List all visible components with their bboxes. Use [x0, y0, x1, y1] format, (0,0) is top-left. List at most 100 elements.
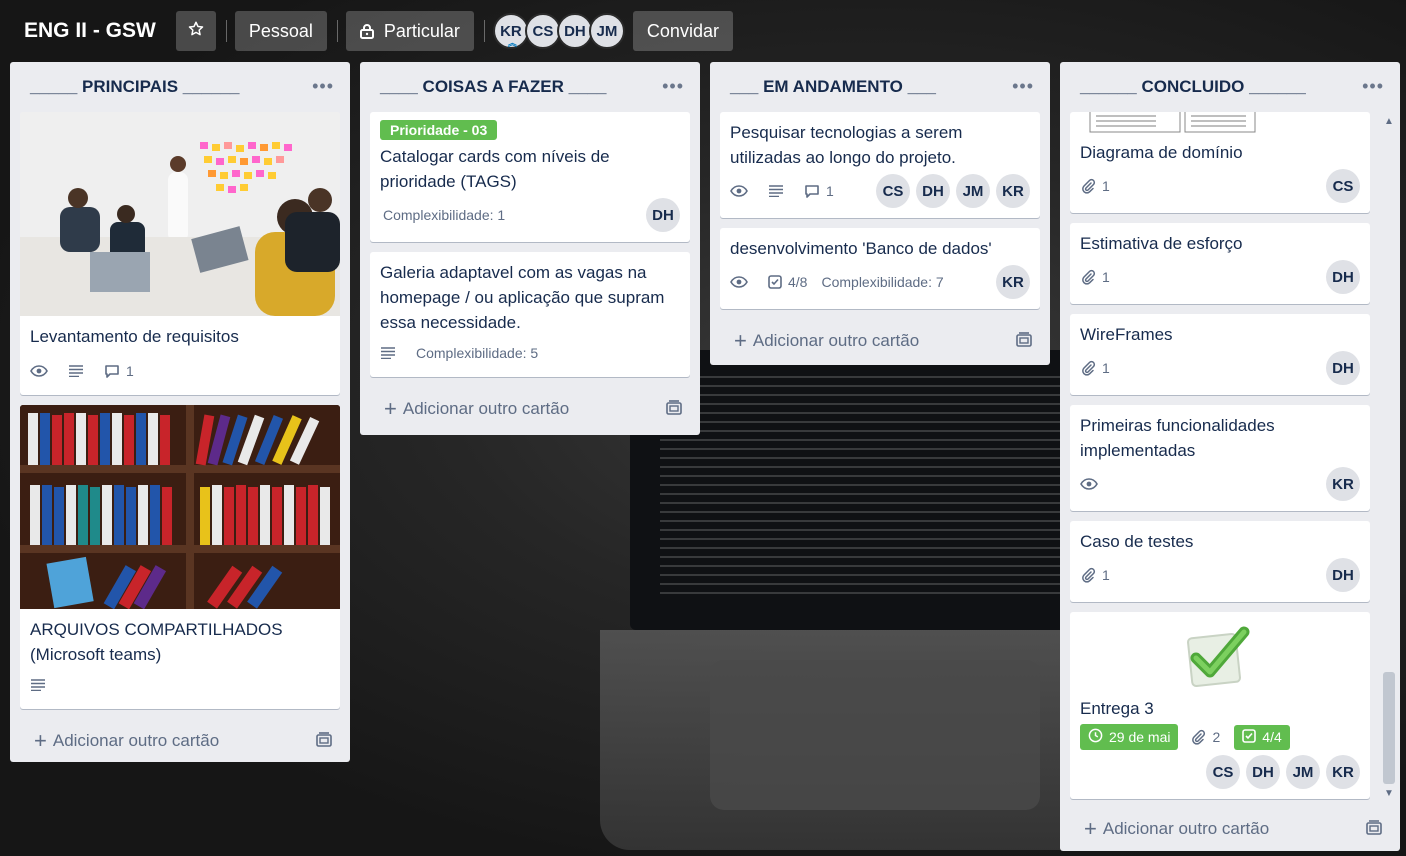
list-title[interactable]: ___ EM ANDAMENTO ___	[730, 77, 936, 97]
card-cover-image	[1070, 612, 1370, 690]
description-badge	[30, 679, 52, 691]
list-menu-icon[interactable]: •••	[1362, 76, 1384, 97]
member-avatar[interactable]: DH	[1326, 558, 1360, 592]
member-avatar[interactable]: CS	[524, 13, 561, 49]
member-avatar[interactable]: CS	[876, 174, 910, 208]
card-template-icon[interactable]	[666, 400, 682, 421]
card[interactable]: Levantamento de requisitos 1	[20, 112, 340, 395]
card-cover-image	[20, 112, 340, 316]
list-menu-icon[interactable]: •••	[312, 76, 334, 97]
eye-icon	[30, 365, 48, 377]
list-header: ___ EM ANDAMENTO ___ •••	[710, 62, 1050, 112]
invite-button[interactable]: Convidar	[632, 11, 733, 51]
attachment-badge: 1	[1080, 567, 1110, 583]
list-title[interactable]: _____ PRINCIPAIS ______	[30, 77, 239, 97]
priority-label[interactable]: Prioridade - 03	[380, 120, 498, 140]
card[interactable]: desenvolvimento 'Banco de dados' 4/8 Com…	[720, 228, 1040, 309]
add-card-button[interactable]: + Adicionar outro cartão	[10, 719, 350, 763]
card-title: Estimativa de esforço	[1080, 234, 1243, 253]
visibility-button[interactable]: Particular	[345, 11, 474, 51]
member-avatar[interactable]: CS	[1326, 169, 1360, 203]
list-concluido: ______ CONCLUIDO ______ ••• Diagrama de …	[1060, 62, 1400, 851]
complexity-field: Complexibilidade: 7	[821, 274, 944, 290]
card-title: Entrega 3	[1080, 699, 1154, 718]
card-badges: 1 DH	[1080, 351, 1360, 385]
member-avatar[interactable]: KR	[1326, 755, 1360, 789]
card-template-icon[interactable]	[1016, 332, 1032, 353]
card[interactable]: Primeiras funcionalidades implementadas …	[1070, 405, 1370, 511]
member-avatar[interactable]: KR	[1326, 467, 1360, 501]
card-badges: 1 CS DH JM KR	[730, 174, 1030, 208]
member-avatar[interactable]: KR	[996, 265, 1030, 299]
attachment-badge: 1	[1080, 269, 1110, 285]
watch-badge	[30, 365, 54, 377]
list-header: ______ CONCLUIDO ______ •••	[1060, 62, 1400, 112]
watch-badge	[1080, 478, 1104, 490]
card-members: DH	[1320, 558, 1360, 592]
description-icon	[768, 185, 784, 197]
card-title: Pesquisar tecnologias a serem utilizadas…	[730, 123, 963, 167]
personal-button[interactable]: Pessoal	[234, 11, 327, 51]
attachment-badge: 1	[1080, 178, 1110, 194]
add-card-button[interactable]: + Adicionar outro cartão	[1060, 807, 1400, 851]
card[interactable]: Diagrama de domínio 1 CS	[1070, 112, 1370, 213]
member-avatar[interactable]: JM	[588, 13, 625, 49]
add-card-label: Adicionar outro cartão	[752, 331, 920, 350]
list-header: ____ COISAS A FAZER ____ •••	[360, 62, 700, 112]
card-members: DH	[1320, 260, 1360, 294]
due-date-badge[interactable]: 29 de mai	[1080, 724, 1179, 750]
member-avatar[interactable]: DH	[1246, 755, 1280, 789]
admin-chevron-icon: ︽	[507, 38, 517, 48]
card-title: ARQUIVOS COMPARTILHADOS (Microsoft teams…	[30, 620, 283, 664]
board-title[interactable]: ENG II - GSW	[14, 11, 166, 51]
list-cards-scroll[interactable]: Diagrama de domínio 1 CS Estimativa de e…	[1060, 112, 1400, 807]
scroll-down-icon[interactable]: ▼	[1384, 788, 1394, 799]
visibility-label: Particular	[383, 20, 460, 41]
scroll-thumb[interactable]	[1383, 672, 1395, 784]
list-title[interactable]: ______ CONCLUIDO ______	[1080, 77, 1306, 97]
card-members: DH	[640, 198, 680, 232]
checkbox-icon	[768, 275, 782, 289]
member-avatar[interactable]: DH	[556, 13, 593, 49]
card-template-icon[interactable]	[316, 732, 332, 753]
member-avatar[interactable]: DH	[916, 174, 950, 208]
card-members: CS DH JM KR	[870, 174, 1030, 208]
card[interactable]: Pesquisar tecnologias a serem utilizadas…	[720, 112, 1040, 218]
card-cover-image	[1070, 112, 1370, 134]
star-button[interactable]	[175, 11, 216, 51]
checkbox-icon	[1242, 728, 1257, 746]
header-divider	[483, 20, 485, 42]
member-avatar[interactable]: KR	[996, 174, 1030, 208]
list-title[interactable]: ____ COISAS A FAZER ____	[380, 77, 606, 97]
member-avatar[interactable]: JM	[1286, 755, 1320, 789]
card-title: Primeiras funcionalidades implementadas	[1080, 416, 1275, 460]
member-avatar[interactable]: DH	[1326, 351, 1360, 385]
card[interactable]: Caso de testes 1 DH	[1070, 521, 1370, 602]
card[interactable]: Entrega 3 29 de mai 2 4/4 CS DH JM KR	[1070, 612, 1370, 799]
plus-icon: +	[384, 396, 397, 421]
member-avatar[interactable]: DH	[646, 198, 680, 232]
description-icon	[68, 365, 84, 377]
description-icon	[30, 679, 46, 691]
list-menu-icon[interactable]: •••	[662, 76, 684, 97]
scroll-up-icon[interactable]: ▲	[1384, 116, 1394, 127]
card[interactable]: ARQUIVOS COMPARTILHADOS (Microsoft teams…	[20, 405, 340, 709]
member-avatar[interactable]: KR ︽	[492, 13, 529, 49]
add-card-button[interactable]: + Adicionar outro cartão	[360, 387, 700, 431]
member-avatar[interactable]: JM	[956, 174, 990, 208]
list-coisas-a-fazer: ____ COISAS A FAZER ____ ••• Prioridade …	[360, 62, 700, 435]
watch-badge	[730, 185, 754, 197]
card[interactable]: Estimativa de esforço 1 DH	[1070, 223, 1370, 304]
card[interactable]: Prioridade - 03 Catalogar cards com níve…	[370, 112, 690, 242]
card-badges: Complexibilidade: 5	[380, 339, 680, 367]
list-menu-icon[interactable]: •••	[1012, 76, 1034, 97]
add-card-button[interactable]: + Adicionar outro cartão	[710, 319, 1050, 363]
card[interactable]: Galeria adaptavel com as vagas na homepa…	[370, 252, 690, 377]
card[interactable]: WireFrames 1 DH	[1070, 314, 1370, 395]
comments-badge: 1	[804, 183, 834, 199]
member-avatar[interactable]: CS	[1206, 755, 1240, 789]
checklist-badge: 4/8	[768, 274, 807, 290]
list-scrollbar[interactable]: ▲ ▼	[1380, 112, 1398, 802]
card-template-icon[interactable]	[1366, 820, 1382, 841]
member-avatar[interactable]: DH	[1326, 260, 1360, 294]
